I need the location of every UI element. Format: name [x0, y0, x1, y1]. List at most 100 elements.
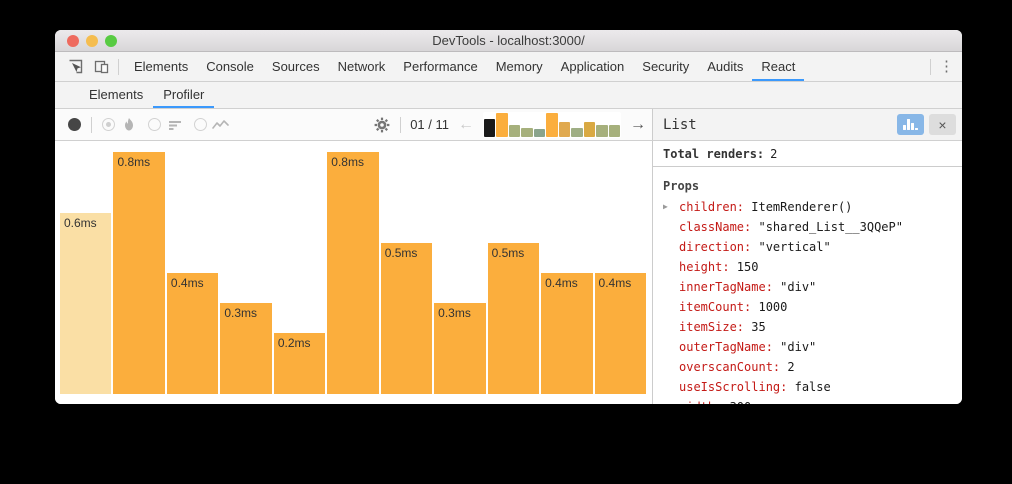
tab-network[interactable]: Network: [329, 54, 395, 81]
close-window-button[interactable]: [67, 35, 79, 47]
indent-spacer: [663, 297, 679, 317]
record-button[interactable]: [68, 118, 81, 131]
prop-key: overscanCount:: [679, 357, 780, 377]
minimap-bar[interactable]: [559, 122, 570, 137]
commit-bar-label: 0.5ms: [385, 246, 418, 260]
prop-value: 1000: [751, 297, 787, 317]
commit-bar[interactable]: 0.6ms: [60, 213, 111, 394]
tab-audits[interactable]: Audits: [698, 54, 752, 81]
prop-row: className: "shared_List__3QQeP": [663, 217, 962, 237]
prop-value: "div": [773, 277, 816, 297]
device-toolbar-icon[interactable]: [92, 58, 110, 76]
subtab-elements[interactable]: Elements: [79, 82, 153, 108]
prop-value: false: [787, 377, 830, 397]
commit-bar-label: 0.4ms: [171, 276, 204, 290]
prop-row: width: 300: [663, 397, 962, 404]
props-list: ▶children: ItemRenderer()className: "sha…: [663, 197, 962, 404]
tab-memory[interactable]: Memory: [487, 54, 552, 81]
prop-key: innerTagName:: [679, 277, 773, 297]
tab-application[interactable]: Application: [552, 54, 634, 81]
expand-triangle-icon[interactable]: ▶: [663, 197, 679, 217]
minimap-bar[interactable]: [546, 113, 557, 137]
commit-counter: 01 / 11: [410, 117, 449, 132]
view-renders-chart-button[interactable]: [897, 114, 924, 135]
commit-bar-label: 0.5ms: [492, 246, 525, 260]
minimap-bar[interactable]: [571, 128, 582, 137]
indent-spacer: [663, 257, 679, 277]
tab-console[interactable]: Console: [197, 54, 263, 81]
title-bar: DevTools - localhost:3000/: [55, 30, 962, 52]
prop-value: 2: [780, 357, 794, 377]
minimap-bar[interactable]: [596, 125, 607, 137]
tab-security[interactable]: Security: [633, 54, 698, 81]
prop-row: direction: "vertical": [663, 237, 962, 257]
prop-key: children:: [679, 197, 744, 217]
tab-react[interactable]: React: [752, 54, 804, 81]
prop-row: innerTagName: "div": [663, 277, 962, 297]
prop-row[interactable]: ▶children: ItemRenderer(): [663, 197, 962, 217]
prop-value: "shared_List__3QQeP": [751, 217, 903, 237]
commit-bar[interactable]: 0.2ms: [274, 333, 325, 394]
commit-bar[interactable]: 0.5ms: [488, 243, 539, 394]
more-options-icon[interactable]: ⋮: [939, 62, 954, 72]
commit-bar[interactable]: 0.3ms: [434, 303, 485, 394]
prop-key: width:: [679, 397, 722, 404]
settings-gear-icon[interactable]: [373, 116, 391, 134]
tab-sources[interactable]: Sources: [263, 54, 329, 81]
minimap-bar[interactable]: [496, 113, 507, 137]
commit-bar[interactable]: 0.5ms: [381, 243, 432, 394]
commit-bar[interactable]: 0.3ms: [220, 303, 271, 394]
flamegraph-radio[interactable]: [102, 118, 115, 131]
traffic-lights: [67, 35, 117, 47]
prop-value: ItemRenderer(): [744, 197, 852, 217]
prop-row: overscanCount: 2: [663, 357, 962, 377]
close-panel-button[interactable]: ×: [929, 114, 956, 135]
prop-key: className:: [679, 217, 751, 237]
react-subtab-bar: Elements Profiler: [55, 82, 962, 109]
prop-row: useIsScrolling: false: [663, 377, 962, 397]
selected-component-name: List: [663, 117, 697, 133]
minimap-bar[interactable]: [521, 128, 532, 137]
commit-bar[interactable]: 0.8ms: [113, 152, 164, 394]
indent-spacer: [663, 217, 679, 237]
total-renders-row: Total renders: 2: [653, 141, 962, 167]
commit-bar-label: 0.3ms: [224, 306, 257, 320]
prop-key: direction:: [679, 237, 751, 257]
commit-bar-label: 0.2ms: [278, 336, 311, 350]
tab-elements[interactable]: Elements: [125, 54, 197, 81]
prop-key: height:: [679, 257, 730, 277]
commit-bar[interactable]: 0.4ms: [167, 273, 218, 394]
minimap-bar[interactable]: [584, 122, 595, 137]
minimize-window-button[interactable]: [86, 35, 98, 47]
tab-performance[interactable]: Performance: [394, 54, 486, 81]
content-row: 0.6ms 0.8ms 0.4ms 0.3ms 0.2ms 0.8ms 0.5ms 0.3ms…: [55, 141, 962, 404]
previous-commit-arrow-icon[interactable]: ←: [458, 117, 474, 133]
indent-spacer: [663, 377, 679, 397]
devtools-window: DevTools - localhost:3000/ Elements Cons…: [55, 30, 962, 404]
commit-bar[interactable]: 0.4ms: [541, 273, 592, 394]
bar-chart-icon: [903, 119, 918, 130]
divider: [118, 59, 119, 75]
commit-bar-chart: 0.6ms 0.8ms 0.4ms 0.3ms 0.2ms 0.8ms 0.5ms 0.3ms…: [55, 141, 652, 404]
ranked-chart-icon: [166, 116, 184, 134]
inspect-element-icon[interactable]: [66, 58, 84, 76]
commit-bar[interactable]: 0.4ms: [595, 273, 646, 394]
minimap-bar[interactable]: [609, 125, 620, 137]
interactions-radio[interactable]: [194, 118, 207, 131]
prop-row: outerTagName: "div": [663, 337, 962, 357]
prop-key: itemSize:: [679, 317, 744, 337]
ranked-radio[interactable]: [148, 118, 161, 131]
prop-key: itemCount:: [679, 297, 751, 317]
divider: [91, 117, 92, 133]
subtab-profiler[interactable]: Profiler: [153, 82, 214, 108]
props-section: Props ▶children: ItemRenderer()className…: [653, 167, 962, 404]
commit-bar[interactable]: 0.8ms: [327, 152, 378, 394]
minimap-bar[interactable]: [509, 125, 520, 137]
minimap-bar[interactable]: [484, 119, 495, 137]
zoom-window-button[interactable]: [105, 35, 117, 47]
next-commit-arrow-icon[interactable]: →: [630, 117, 646, 133]
commit-bar-label: 0.6ms: [64, 216, 97, 230]
prop-row: itemCount: 1000: [663, 297, 962, 317]
indent-spacer: [663, 237, 679, 257]
minimap-bar[interactable]: [534, 129, 545, 137]
